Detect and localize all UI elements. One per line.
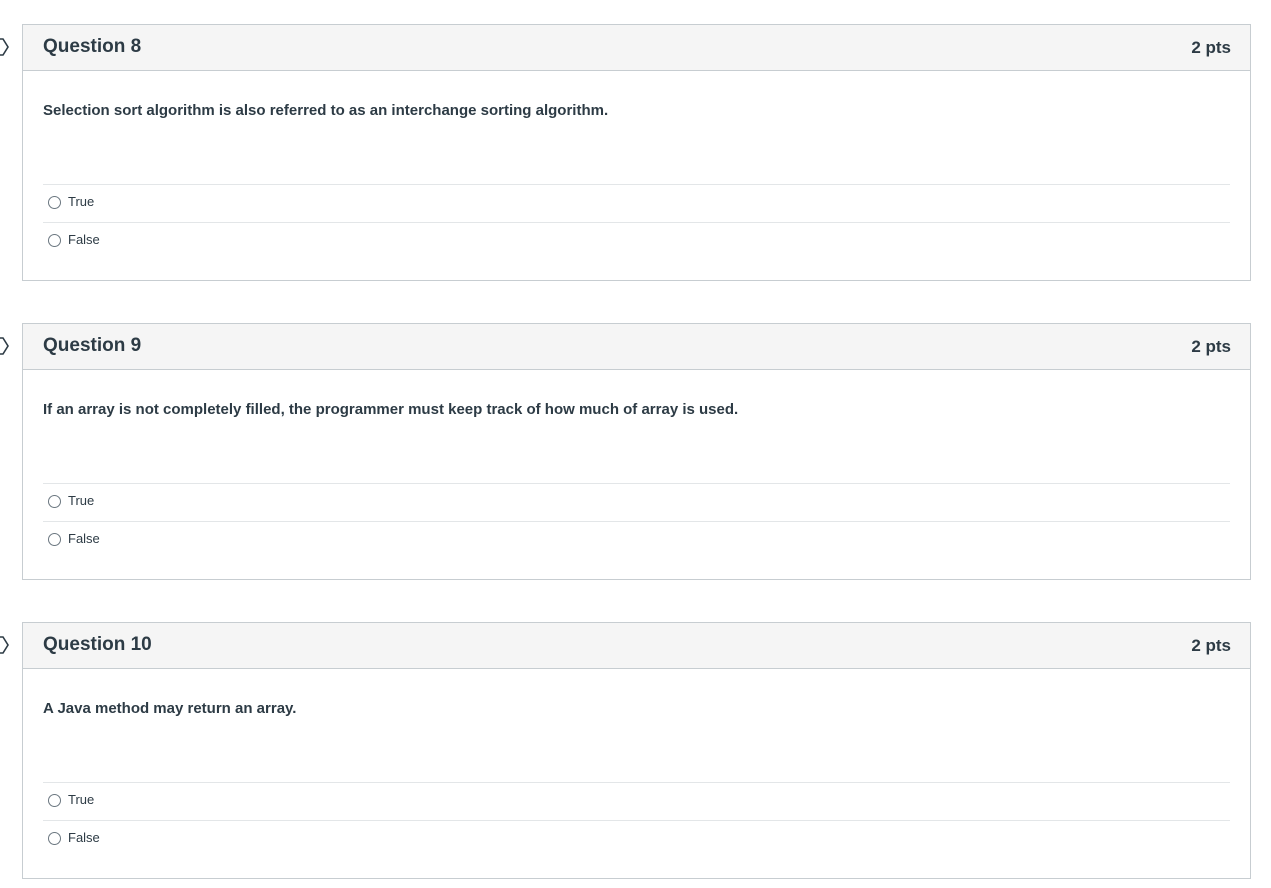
- question-points: 2 pts: [1191, 38, 1231, 57]
- question-points: 2 pts: [1191, 337, 1231, 356]
- answer-option-false[interactable]: False: [43, 821, 1230, 858]
- question-card: Question 10 2 pts A Java method may retu…: [22, 622, 1251, 879]
- question-text: A Java method may return an array.: [43, 700, 297, 717]
- radio-button-icon[interactable]: [48, 533, 61, 546]
- radio-button-icon[interactable]: [48, 832, 61, 845]
- answer-option-false[interactable]: False: [43, 522, 1230, 559]
- answer-list: True False: [43, 782, 1230, 858]
- answer-list: True False: [43, 184, 1230, 260]
- question-header: Question 9 2 pts: [23, 324, 1250, 370]
- answer-label[interactable]: True: [68, 194, 94, 209]
- flag-question-icon[interactable]: [0, 37, 10, 57]
- question-body: Selection sort algorithm is also referre…: [23, 71, 1250, 280]
- radio-button-icon[interactable]: [48, 234, 61, 247]
- flag-question-icon[interactable]: [0, 635, 10, 655]
- question-title: Question 8: [43, 36, 142, 57]
- question-text: Selection sort algorithm is also referre…: [43, 102, 609, 119]
- quiz-questions: Question 8 2 pts Selection sort algorith…: [0, 0, 1271, 888]
- answer-option-true[interactable]: True: [43, 484, 1230, 522]
- radio-button-icon[interactable]: [48, 495, 61, 508]
- question-title: Question 10: [43, 634, 152, 655]
- answer-label[interactable]: False: [68, 232, 100, 247]
- answer-option-true[interactable]: True: [43, 185, 1230, 223]
- radio-button-icon[interactable]: [48, 794, 61, 807]
- answer-option-false[interactable]: False: [43, 223, 1230, 260]
- answer-option-true[interactable]: True: [43, 783, 1230, 821]
- question-points: 2 pts: [1191, 636, 1231, 655]
- answer-label[interactable]: False: [68, 531, 100, 546]
- question-header: Question 10 2 pts: [23, 623, 1250, 669]
- radio-button-icon[interactable]: [48, 196, 61, 209]
- question-text: If an array is not completely filled, th…: [43, 401, 739, 418]
- question-card: Question 8 2 pts Selection sort algorith…: [22, 24, 1251, 281]
- question-body: If an array is not completely filled, th…: [23, 370, 1250, 579]
- question-header: Question 8 2 pts: [23, 25, 1250, 71]
- answer-label[interactable]: True: [68, 493, 94, 508]
- answer-label[interactable]: True: [68, 792, 94, 807]
- question-body: A Java method may return an array. True …: [23, 669, 1250, 878]
- question-title: Question 9: [43, 335, 142, 356]
- answer-label[interactable]: False: [68, 830, 100, 845]
- answer-list: True False: [43, 483, 1230, 559]
- flag-question-icon[interactable]: [0, 336, 10, 356]
- question-card: Question 9 2 pts If an array is not comp…: [22, 323, 1251, 580]
